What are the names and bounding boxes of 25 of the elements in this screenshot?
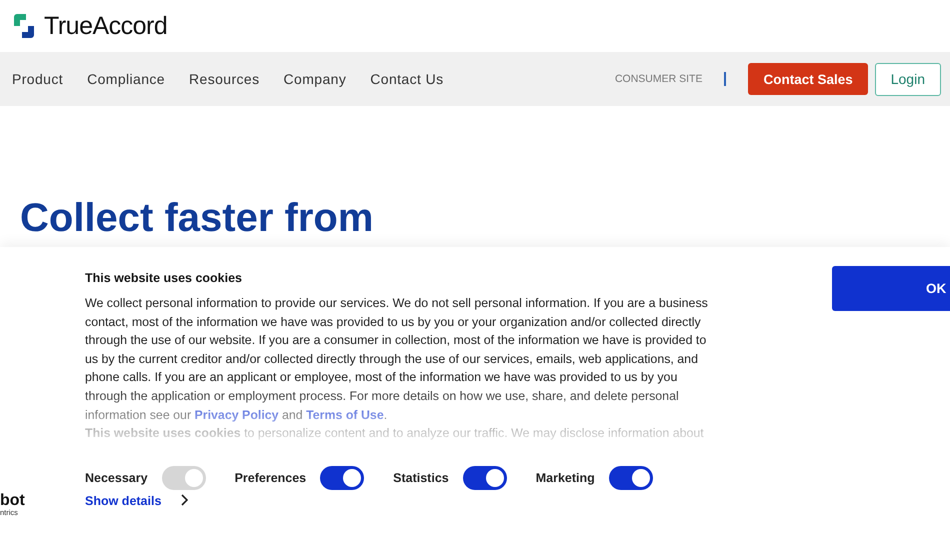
toggle-label: Statistics bbox=[393, 471, 449, 485]
brand-logo-icon bbox=[12, 14, 36, 38]
nav-link[interactable]: Company bbox=[284, 71, 346, 87]
toggle-label: Preferences bbox=[234, 471, 306, 485]
cookie-description: This website uses cookies to personalize content and to analyze our traffic. We may disclose information about bbox=[85, 425, 705, 442]
brand-name[interactable]: TrueAccord bbox=[44, 12, 168, 40]
contact-sales-button[interactable]: Contact Sales bbox=[748, 63, 868, 95]
toggle-label: Marketing bbox=[536, 471, 595, 485]
cookie-description: We collect personal information to provide our services. We do not sell personal information. If you are a business contact, most of the information we have was provided to us by you or your organization and/or collected directly through the use of our website. If you are a consumer in collection, most of the information we have is provided to us by the current creditor and/or collected directly through the use of our services, emails, web applications, and phone calls. If you are an applicant or employee, most of the information we have was provided to us by you through the application or employment process. For more details on how we use, share, and delete personal information see our Privacy Policy and Terms of Use. bbox=[85, 295, 709, 424]
toggle-switch[interactable] bbox=[320, 466, 364, 490]
nav-link[interactable]: Contact Us bbox=[370, 71, 444, 87]
toggle-switch[interactable] bbox=[462, 466, 507, 490]
show-details-link[interactable]: Show details bbox=[85, 494, 162, 508]
hero-heading: Collect faster from bbox=[20, 196, 374, 240]
chevron-icon[interactable] bbox=[180, 494, 188, 506]
ok-button[interactable]: OK bbox=[832, 266, 950, 311]
toggle-switch[interactable] bbox=[608, 466, 653, 490]
toggle-label: Necessary bbox=[85, 471, 148, 485]
consumer-site-link[interactable]: CONSUMER SITE bbox=[614, 73, 702, 85]
nav-link[interactable]: Resources bbox=[189, 71, 260, 87]
nav-link[interactable]: Product bbox=[12, 71, 64, 87]
login-button[interactable]: Login bbox=[874, 62, 941, 96]
banner-title: This website uses cookies bbox=[85, 271, 244, 285]
nav-link[interactable]: Compliance bbox=[87, 71, 165, 87]
cookiebot-logo-text: bot bbox=[0, 493, 25, 508]
